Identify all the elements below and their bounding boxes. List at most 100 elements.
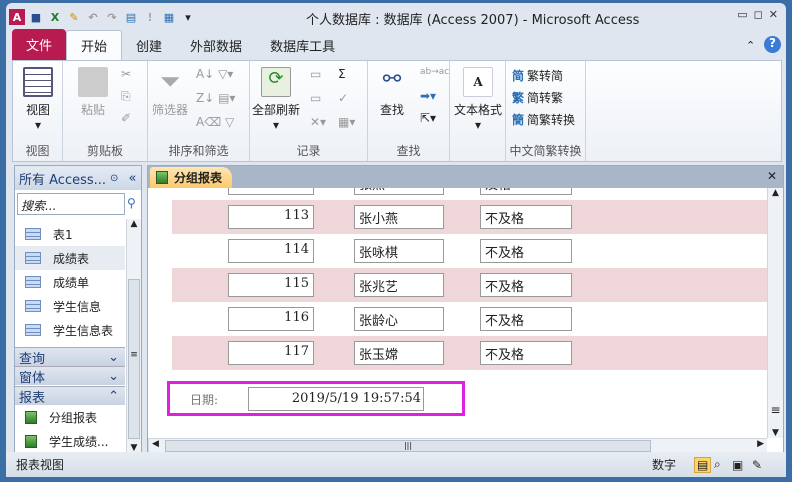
replace-icon[interactable]: ab→ac	[420, 67, 449, 77]
nav-scrollbar[interactable]: ▲ ≡ ▼	[126, 219, 141, 453]
text-format-button[interactable]: A 文本格式 ▾	[450, 67, 506, 132]
close-document-icon[interactable]: ✕	[767, 169, 777, 183]
nav-table-item[interactable]: 成绩单	[15, 270, 125, 294]
refresh-all-button[interactable]: ⟳ 全部刷新 ▾	[250, 67, 302, 132]
restore-icon[interactable]: ◻	[754, 8, 763, 21]
excel-export-icon[interactable]: X	[47, 9, 63, 25]
refresh-label: 全部刷新	[251, 103, 300, 117]
report-row: 112 张燕 及格	[172, 188, 767, 200]
id-field: 114	[228, 239, 314, 263]
design-view-icon[interactable]: ✎	[752, 458, 762, 472]
filter-button[interactable]: ⏷ 筛选器	[150, 67, 190, 118]
tab-external-data[interactable]: 外部数据	[176, 31, 256, 60]
dropdown-icon[interactable]: ⊙	[110, 173, 118, 184]
access-window: A ■ X ✎ ↶ ↷ ▤ ! ▦ ▾ 个人数据库 : 数据库 (Access …	[6, 3, 786, 477]
more-icon[interactable]: ▦▾	[338, 115, 355, 129]
tab-create[interactable]: 创建	[122, 31, 176, 60]
report-vertical-scrollbar[interactable]: ▲ ≡ ▼	[767, 188, 783, 438]
nav-report-item[interactable]: 分组报表	[15, 405, 125, 429]
refresh-icon: ⟳	[261, 67, 291, 97]
nav-table-item[interactable]: 成绩表	[15, 246, 125, 270]
new-record-icon[interactable]: ▭	[310, 67, 321, 81]
scroll-thumb[interactable]: ≡	[128, 279, 140, 439]
redo-icon[interactable]: ↷	[104, 9, 120, 25]
scroll-up-icon[interactable]: ▲	[768, 188, 783, 198]
tab-home[interactable]: 开始	[66, 30, 123, 60]
tab-file[interactable]: 文件	[12, 29, 67, 60]
nav-item-label: 学生信息	[53, 299, 102, 314]
scroll-up-icon[interactable]: ▲	[127, 219, 141, 234]
table-icon[interactable]: ▦	[161, 9, 177, 25]
find-button[interactable]: ⚯ 查找	[372, 67, 412, 118]
table-icon	[25, 228, 41, 240]
scroll-left-icon[interactable]: ◀	[152, 439, 159, 449]
group-clipboard: 粘贴 ✂ ⎘ ✐ 剪贴板	[63, 61, 148, 161]
table-icon	[25, 324, 41, 336]
text-format-label: 文本格式	[453, 103, 502, 117]
save-icon[interactable]: ■	[28, 9, 44, 25]
status-view-label: 报表视图	[16, 458, 65, 472]
run-icon[interactable]: !	[142, 9, 158, 25]
convert-button[interactable]: 簡简繁转换	[512, 111, 575, 128]
print-preview-icon[interactable]: ⌕	[714, 457, 721, 472]
id-field: 115	[228, 273, 314, 297]
select-icon[interactable]: ⇱▾	[420, 111, 436, 125]
tab-database-tools[interactable]: 数据库工具	[256, 31, 349, 60]
nav-search-input[interactable]: 搜索...	[17, 193, 125, 215]
category-label: 查询	[19, 351, 46, 367]
copy-icon[interactable]: ⎘	[121, 89, 131, 104]
nav-category-forms[interactable]: 窗体 ⌄	[15, 366, 125, 386]
scroll-thumb[interactable]: ≡	[768, 403, 783, 417]
scroll-right-icon[interactable]: ▶	[757, 439, 764, 449]
name-field: 张咏棋	[354, 239, 444, 263]
group-text-formatting: A 文本格式 ▾	[450, 61, 506, 161]
tab-group-report[interactable]: 分组报表	[150, 167, 233, 188]
view-icon[interactable]: ▤	[123, 9, 139, 25]
paste-button[interactable]: 粘贴	[73, 67, 113, 118]
spelling-icon[interactable]: ✓	[338, 91, 348, 105]
nav-report-item[interactable]: 学生成绩...	[15, 429, 125, 453]
format-painter-icon[interactable]: ✐	[121, 111, 131, 125]
simp-to-trad-label: 简转繁	[527, 91, 564, 105]
search-icon[interactable]: ⚲	[127, 196, 136, 210]
simp-to-trad-button[interactable]: 繁简转繁	[512, 89, 563, 106]
layout-view-icon[interactable]: ▣	[732, 458, 743, 472]
nav-item-label: 分组报表	[49, 410, 98, 425]
goto-icon[interactable]: ➡▾	[420, 89, 436, 103]
delete-icon[interactable]: ✕▾	[310, 115, 326, 129]
sort-descending-icon[interactable]: Z↓ ▤▾	[196, 91, 235, 105]
report-horizontal-scrollbar[interactable]: ◀ ||| ▶	[148, 438, 767, 453]
scroll-down-icon[interactable]: ▼	[768, 428, 783, 438]
customize-qat-icon[interactable]: ▾	[180, 9, 196, 25]
design-icon[interactable]: ✎	[66, 9, 82, 25]
collapse-ribbon-icon[interactable]: ⌃	[746, 39, 755, 52]
group-label: 记录	[296, 144, 321, 158]
group-label: 排序和筛选	[168, 144, 229, 158]
result-field: 不及格	[480, 273, 572, 297]
funnel-icon: ⏷	[159, 67, 181, 97]
cut-icon[interactable]: ✂	[121, 67, 131, 81]
trad-to-simp-button[interactable]: 简繁转简	[512, 67, 563, 84]
sort-ascending-icon[interactable]: A↓ ▽▾	[196, 67, 233, 81]
report-view-icon[interactable]: ▤	[694, 456, 712, 473]
close-icon[interactable]: ✕	[769, 8, 778, 21]
nav-table-item[interactable]: 表1	[15, 222, 125, 246]
nav-category-queries[interactable]: 查询 ⌄	[15, 347, 125, 367]
help-icon[interactable]: ?	[764, 36, 781, 53]
undo-icon[interactable]: ↶	[85, 9, 101, 25]
scroll-thumb[interactable]: |||	[165, 440, 651, 452]
save-record-icon[interactable]: ▭	[310, 91, 321, 105]
nav-header[interactable]: 所有 Access... ⊙ «	[15, 166, 141, 190]
clear-sort-icon[interactable]: A⌫ ▽	[196, 115, 234, 129]
id-field: 112	[228, 188, 314, 195]
minimize-icon[interactable]: ▭	[737, 8, 747, 21]
name-field: 张小燕	[354, 205, 444, 229]
nav-table-item[interactable]: 学生信息表	[15, 318, 125, 342]
nav-category-reports[interactable]: 报表 ⌃	[15, 386, 125, 406]
view-icon	[23, 67, 53, 97]
view-button[interactable]: 视图 ▾	[21, 67, 55, 132]
status-numlock: 数字	[652, 458, 677, 472]
collapse-nav-icon[interactable]: «	[128, 171, 136, 186]
sum-icon[interactable]: Σ	[338, 67, 346, 81]
nav-table-item[interactable]: 学生信息	[15, 294, 125, 318]
